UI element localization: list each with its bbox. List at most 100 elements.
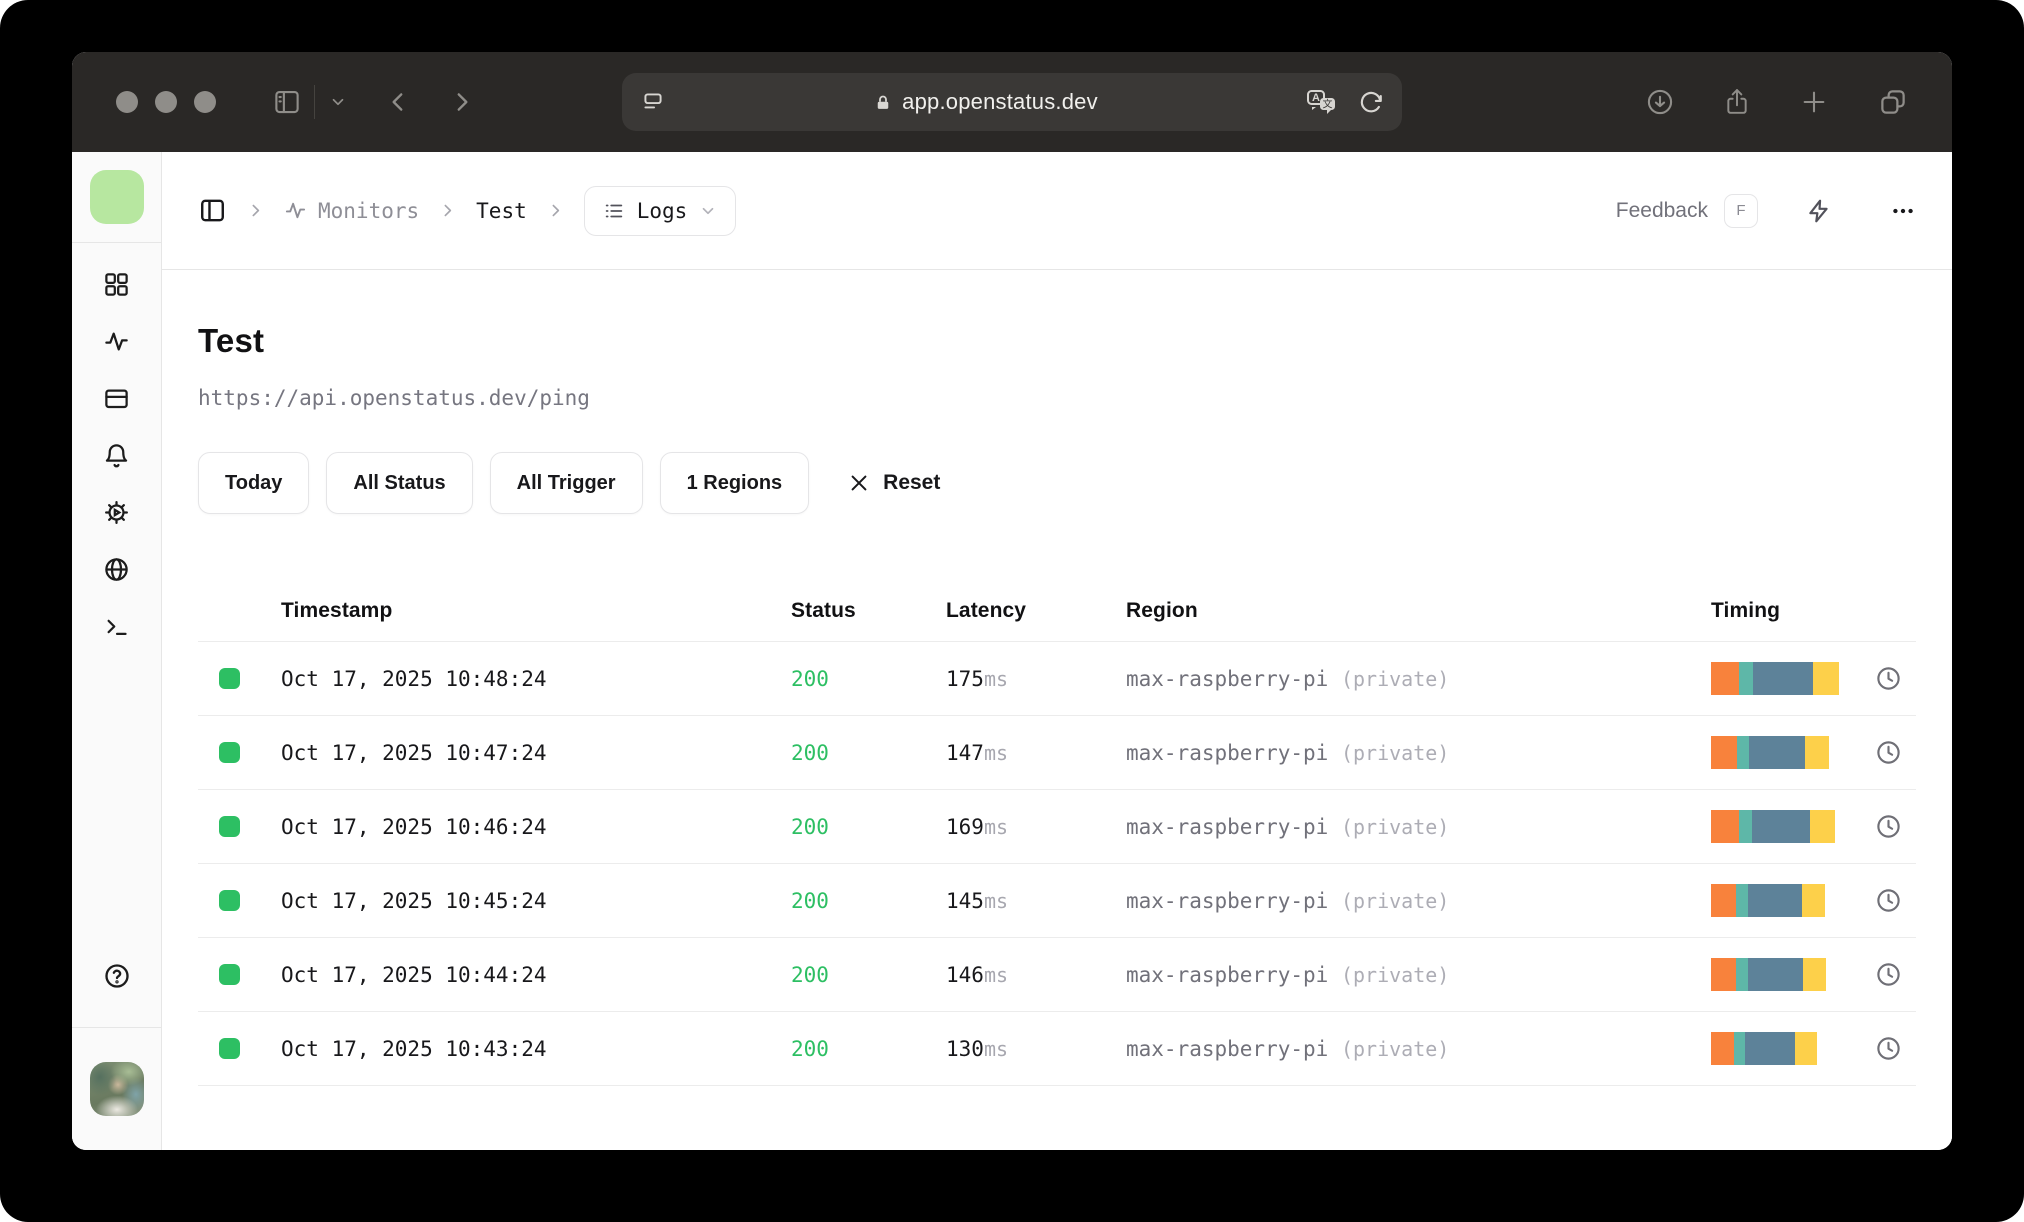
row-status: 200 bbox=[791, 740, 829, 765]
logs-table-header: Timestamp Status Latency Region Timing bbox=[198, 580, 1916, 642]
reset-filters-button[interactable]: Reset bbox=[848, 471, 940, 495]
sidebar-help[interactable] bbox=[103, 962, 131, 995]
breadcrumb-monitors-label: Monitors bbox=[318, 198, 420, 223]
log-row[interactable]: Oct 17, 2025 10:48:24 200 175ms max-rasp… bbox=[198, 642, 1916, 716]
workspace-logo[interactable] bbox=[89, 170, 144, 224]
breadcrumb-monitors[interactable]: Monitors bbox=[284, 199, 419, 223]
share-icon[interactable] bbox=[1724, 87, 1750, 117]
log-row[interactable]: Oct 17, 2025 10:45:24 200 145ms max-rasp… bbox=[198, 864, 1916, 938]
more-options-icon[interactable] bbox=[1890, 198, 1916, 224]
zap-icon[interactable] bbox=[1806, 198, 1832, 224]
timing-segment bbox=[1711, 736, 1737, 769]
back-button-icon[interactable] bbox=[385, 89, 411, 115]
row-timestamp: Oct 17, 2025 10:46:24 bbox=[281, 814, 547, 839]
header-actions: Feedback F bbox=[1616, 193, 1916, 228]
row-region: max-raspberry-pi (private) bbox=[1126, 1037, 1711, 1061]
clock-icon[interactable] bbox=[1875, 813, 1902, 840]
breadcrumb-monitor-name[interactable]: Test bbox=[476, 199, 527, 223]
sidebar-item-monitors[interactable] bbox=[103, 328, 130, 355]
forward-button-icon[interactable] bbox=[449, 89, 475, 115]
activity-icon bbox=[285, 202, 306, 219]
zoom-window-button[interactable] bbox=[194, 91, 216, 113]
browser-sidebar-icon[interactable] bbox=[272, 87, 302, 117]
timing-bar bbox=[1711, 736, 1829, 769]
clock-icon[interactable] bbox=[1875, 961, 1902, 988]
feedback-button[interactable]: Feedback bbox=[1616, 199, 1708, 223]
row-latency-unit: ms bbox=[983, 1036, 1009, 1061]
minimize-window-button[interactable] bbox=[155, 91, 177, 113]
address-bar[interactable]: app.openstatus.dev A 文 bbox=[622, 73, 1402, 131]
downloads-icon[interactable] bbox=[1646, 88, 1674, 116]
filter-regions-button[interactable]: 1 Regions bbox=[659, 452, 810, 514]
row-region: max-raspberry-pi (private) bbox=[1126, 815, 1711, 839]
clock-icon[interactable] bbox=[1875, 1035, 1902, 1062]
panel-toggle-icon[interactable] bbox=[198, 196, 227, 225]
column-header-latency[interactable]: Latency bbox=[946, 599, 1126, 623]
logs-table: Timestamp Status Latency Region Timing O… bbox=[198, 580, 1916, 1086]
timing-bar bbox=[1711, 810, 1835, 843]
clock-icon[interactable] bbox=[1875, 665, 1902, 692]
sidebar-item-notifications[interactable] bbox=[103, 442, 130, 469]
log-row[interactable]: Oct 17, 2025 10:43:24 200 130ms max-rasp… bbox=[198, 1012, 1916, 1086]
log-row[interactable]: Oct 17, 2025 10:44:24 200 146ms max-rasp… bbox=[198, 938, 1916, 1012]
timing-segment bbox=[1802, 884, 1825, 917]
filter-trigger-button[interactable]: All Trigger bbox=[489, 452, 643, 514]
sidebar-item-regions[interactable] bbox=[103, 556, 130, 583]
app-shell: Monitors Test Logs Feedback F Test https… bbox=[72, 152, 1952, 1150]
filter-status-button[interactable]: All Status bbox=[326, 452, 473, 514]
close-icon bbox=[851, 475, 867, 491]
row-status: 200 bbox=[791, 888, 829, 913]
sidebar-user-row bbox=[72, 1027, 161, 1150]
row-timing-cell bbox=[1711, 1032, 1916, 1065]
timing-segment bbox=[1739, 810, 1752, 843]
page-content: Test https://api.openstatus.dev/ping Tod… bbox=[162, 270, 1952, 1086]
feedback-shortcut-key: F bbox=[1736, 202, 1746, 219]
row-region: max-raspberry-pi (private) bbox=[1126, 741, 1711, 765]
row-timestamp: Oct 17, 2025 10:45:24 bbox=[281, 888, 547, 913]
clock-icon[interactable] bbox=[1875, 887, 1902, 914]
row-latency: 145ms bbox=[946, 889, 1126, 913]
column-header-timing[interactable]: Timing bbox=[1711, 599, 1916, 623]
svg-text:文: 文 bbox=[1323, 98, 1333, 111]
status-dot bbox=[219, 742, 240, 763]
log-row[interactable]: Oct 17, 2025 10:46:24 200 169ms max-rasp… bbox=[198, 790, 1916, 864]
column-header-status[interactable]: Status bbox=[791, 599, 946, 623]
reload-icon[interactable] bbox=[1358, 89, 1384, 115]
sidebar-item-dashboard[interactable] bbox=[103, 271, 130, 298]
main-panel: Monitors Test Logs Feedback F Test https… bbox=[162, 152, 1952, 1150]
divider bbox=[314, 85, 315, 119]
row-status: 200 bbox=[791, 1036, 829, 1061]
clock-icon[interactable] bbox=[1875, 739, 1902, 766]
column-header-timestamp[interactable]: Timestamp bbox=[281, 599, 791, 623]
row-region-name: max-raspberry-pi bbox=[1126, 962, 1329, 987]
row-latency-unit: ms bbox=[983, 666, 1009, 691]
row-region: max-raspberry-pi (private) bbox=[1126, 667, 1711, 691]
reader-view-icon[interactable] bbox=[640, 89, 666, 115]
browser-titlebar: app.openstatus.dev A 文 bbox=[72, 52, 1952, 152]
close-window-button[interactable] bbox=[116, 91, 138, 113]
address-text-group: app.openstatus.dev bbox=[666, 89, 1306, 115]
filter-date-button[interactable]: Today bbox=[198, 452, 310, 514]
timing-bar bbox=[1711, 662, 1839, 695]
screen: app.openstatus.dev A 文 Monitors Test Log… bbox=[0, 0, 2024, 1222]
timing-segment bbox=[1739, 662, 1753, 695]
sidebar-item-status-pages[interactable] bbox=[103, 385, 130, 412]
new-tab-icon[interactable] bbox=[1800, 88, 1828, 116]
row-latency-unit: ms bbox=[983, 740, 1009, 765]
row-region-visibility: (private) bbox=[1340, 888, 1450, 913]
timing-segment bbox=[1752, 810, 1810, 843]
chevron-down-icon[interactable] bbox=[329, 93, 347, 111]
sidebar-item-cli[interactable] bbox=[103, 613, 130, 640]
app-sidebar bbox=[72, 152, 162, 1150]
log-row[interactable]: Oct 17, 2025 10:47:24 200 147ms max-rasp… bbox=[198, 716, 1916, 790]
row-timing-cell bbox=[1711, 884, 1916, 917]
translate-icon[interactable]: A 文 bbox=[1306, 88, 1338, 116]
timing-segment bbox=[1711, 884, 1736, 917]
reset-filters-label: Reset bbox=[883, 471, 941, 494]
view-selector-button[interactable]: Logs bbox=[583, 185, 737, 236]
tab-overview-icon[interactable] bbox=[1878, 87, 1908, 117]
column-header-region[interactable]: Region bbox=[1126, 599, 1711, 623]
user-avatar[interactable] bbox=[89, 1062, 144, 1116]
timing-segment bbox=[1748, 884, 1802, 917]
sidebar-item-settings[interactable] bbox=[103, 499, 130, 526]
